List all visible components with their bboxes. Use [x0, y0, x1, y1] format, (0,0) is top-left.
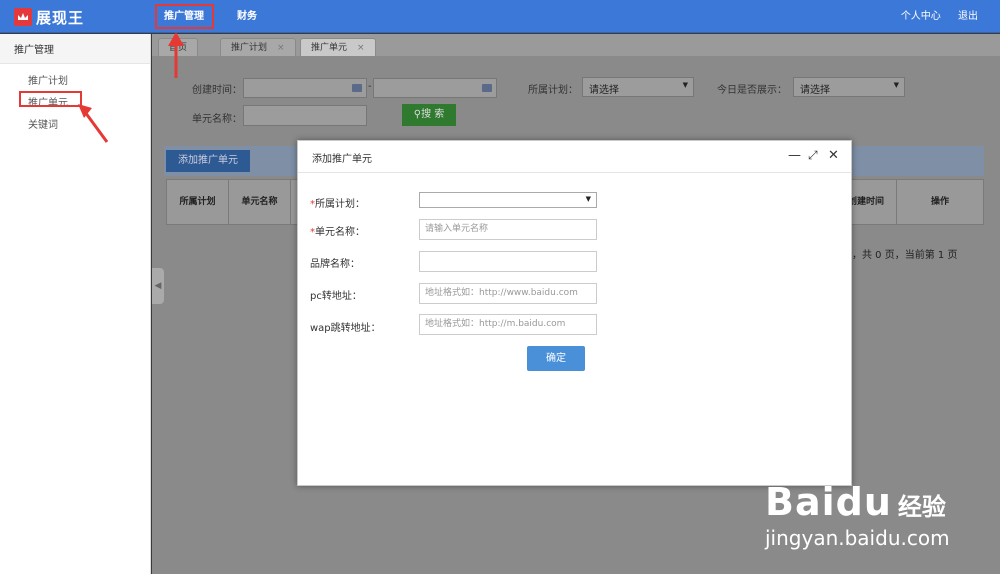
crown-icon — [14, 8, 32, 26]
tab-label: 首页 — [169, 43, 188, 53]
start-date-input[interactable] — [243, 78, 367, 98]
watermark-url: jingyan.baidu.com — [765, 526, 950, 550]
pagination-info: ，共 0 页，当前第 1 页 — [852, 250, 958, 261]
brand-field-label: 品牌名称： — [310, 259, 360, 270]
label-text: 单元名称： — [315, 227, 365, 238]
tab-label: 推广单元 — [311, 43, 348, 53]
table-header-cell: 所属计划 — [167, 180, 229, 224]
pc-url-input[interactable]: 地址格式如：http://www.baidu.com — [419, 283, 597, 304]
tab-promotion-plan[interactable]: 推广计划 × — [220, 38, 296, 56]
chevron-down-icon: ▼ — [585, 195, 591, 203]
sidebar-item-promotion-plan[interactable]: 推广计划 — [28, 72, 68, 87]
unit-name-filter-label: 单元名称： — [192, 114, 242, 125]
tab-label: 推广计划 — [231, 43, 268, 53]
plan-field-label: *所属计划： — [310, 195, 365, 210]
unit-name-field-label: *单元名称： — [310, 223, 365, 238]
dialog-title: 添加推广单元 — [312, 154, 372, 165]
table-header-cell: 操作 — [930, 197, 949, 207]
nav-finance[interactable]: 财务 — [237, 0, 257, 33]
search-icon: ⚲ — [413, 109, 422, 120]
plan-filter-value: 请选择 — [589, 85, 619, 96]
annotation-highlight-box — [155, 4, 214, 29]
unit-name-filter-input[interactable] — [243, 105, 367, 126]
dialog-header: 添加推广单元 — ⤢ ✕ — [298, 141, 851, 173]
user-menu: 个人中心 退出 — [887, 0, 978, 33]
plan-filter-select[interactable]: 请选择 ▼ — [582, 77, 694, 97]
table-header-cell: 单元名称 — [229, 180, 291, 224]
baidu-jingyan-watermark: Baidu 经验 jingyan.baidu.com — [765, 480, 950, 550]
top-bar: 展现王 推广管理 财务 个人中心 退出 — [0, 0, 1000, 33]
close-icon[interactable]: × — [357, 43, 365, 53]
add-unit-dialog: 添加推广单元 — ⤢ ✕ *所属计划： ▼ *单元名称： 请输入单元名称 品牌名… — [297, 140, 852, 486]
calendar-icon[interactable] — [352, 84, 362, 92]
plan-filter-label: 所属计划： — [528, 85, 578, 96]
plan-select[interactable]: ▼ — [419, 192, 597, 208]
end-date-input[interactable] — [373, 78, 497, 98]
chevron-down-icon: ▼ — [893, 81, 899, 89]
close-icon[interactable]: ✕ — [828, 148, 839, 163]
watermark-sub: 经验 — [897, 493, 946, 521]
date-separator: - — [368, 81, 372, 92]
app-logo[interactable]: 展现王 — [14, 6, 84, 28]
create-time-label: 创建时间： — [192, 85, 242, 96]
personal-center-link[interactable]: 个人中心 — [901, 11, 941, 22]
sidebar: 推广管理 推广计划 推广单元 关键词 — [0, 34, 151, 574]
maximize-icon[interactable]: ⤢ — [808, 148, 818, 163]
sidebar-title: 推广管理 — [0, 34, 150, 64]
wap-url-field-label: wap跳转地址： — [310, 323, 381, 334]
show-today-value: 请选择 — [800, 85, 830, 96]
unit-name-input[interactable]: 请输入单元名称 — [419, 219, 597, 240]
chevron-left-icon: ◀ — [154, 281, 162, 291]
chevron-down-icon: ▼ — [682, 81, 688, 89]
search-button-label: 搜 索 — [421, 109, 445, 120]
sidebar-item-keywords[interactable]: 关键词 — [28, 116, 58, 131]
search-button[interactable]: ⚲搜 索 — [402, 104, 456, 126]
tab-promotion-unit[interactable]: 推广单元 × — [300, 38, 376, 56]
watermark-brand: Baidu — [765, 480, 892, 524]
pc-url-field-label: pc转地址： — [310, 291, 362, 302]
label-text: 所属计划： — [315, 199, 365, 210]
calendar-icon[interactable] — [482, 84, 492, 92]
logout-link[interactable]: 退出 — [958, 11, 978, 22]
brand-name-input[interactable] — [419, 251, 597, 272]
show-today-select[interactable]: 请选择 ▼ — [793, 77, 905, 97]
wap-url-input[interactable]: 地址格式如：http://m.baidu.com — [419, 314, 597, 335]
add-promotion-unit-button[interactable]: 添加推广单元 — [166, 150, 250, 172]
annotation-highlight-box — [19, 91, 82, 107]
tab-home[interactable]: 首页 — [158, 38, 199, 56]
minimize-icon[interactable]: — — [788, 148, 801, 163]
tab-bar: 首页 推广计划 × 推广单元 × — [152, 34, 1000, 56]
app-name: 展现王 — [36, 8, 85, 27]
close-icon[interactable]: × — [277, 43, 285, 53]
confirm-button[interactable]: 确定 — [527, 346, 585, 371]
show-today-label: 今日是否展示： — [717, 85, 787, 96]
sidebar-collapse-toggle[interactable]: ◀ — [152, 268, 164, 304]
